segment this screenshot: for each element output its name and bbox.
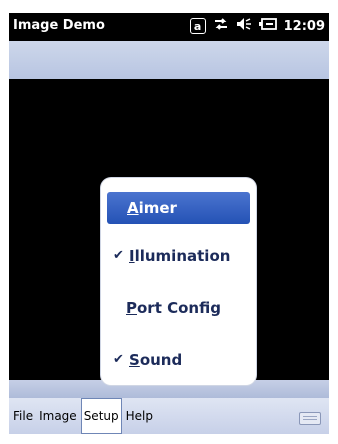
checkmark-icon: ✔ <box>113 352 124 367</box>
menu-item-label: Aimer <box>127 199 177 217</box>
menu-item-sound[interactable]: ✔ Sound <box>107 344 250 376</box>
toolbar-strip <box>9 41 329 79</box>
alpha-mode-icon: a <box>189 18 206 34</box>
battery-charging-icon <box>258 17 277 35</box>
menu-image[interactable]: Image <box>37 398 79 434</box>
data-sync-icon <box>213 17 229 35</box>
app-title: Image Demo <box>13 18 105 33</box>
menu-help[interactable]: Help <box>124 398 155 434</box>
menu-item-port-config[interactable]: Port Config <box>107 292 250 324</box>
menu-item-aimer[interactable]: Aimer <box>107 192 250 224</box>
menu-setup[interactable]: Setup <box>80 398 122 434</box>
menu-item-illumination[interactable]: ✔ Illumination <box>107 240 250 272</box>
keyboard-icon[interactable] <box>299 412 321 425</box>
checkmark-icon: ✔ <box>113 248 124 263</box>
device-screen: Image Demo a 12:09 File Image Setup Help… <box>9 13 329 434</box>
menu-item-label: Sound <box>129 351 183 369</box>
menu-file[interactable]: File <box>11 398 35 434</box>
menu-bar: File Image Setup Help <box>9 398 329 434</box>
status-icons: a 12:09 <box>189 17 325 35</box>
menu-item-label: Port Config <box>126 299 221 317</box>
status-bar: Image Demo a 12:09 <box>9 13 329 41</box>
clock: 12:09 <box>283 18 325 34</box>
menu-item-label: Illumination <box>129 247 231 265</box>
setup-popup-menu: Aimer ✔ Illumination Port Config ✔ Sound <box>101 178 256 385</box>
volume-icon <box>236 17 252 35</box>
